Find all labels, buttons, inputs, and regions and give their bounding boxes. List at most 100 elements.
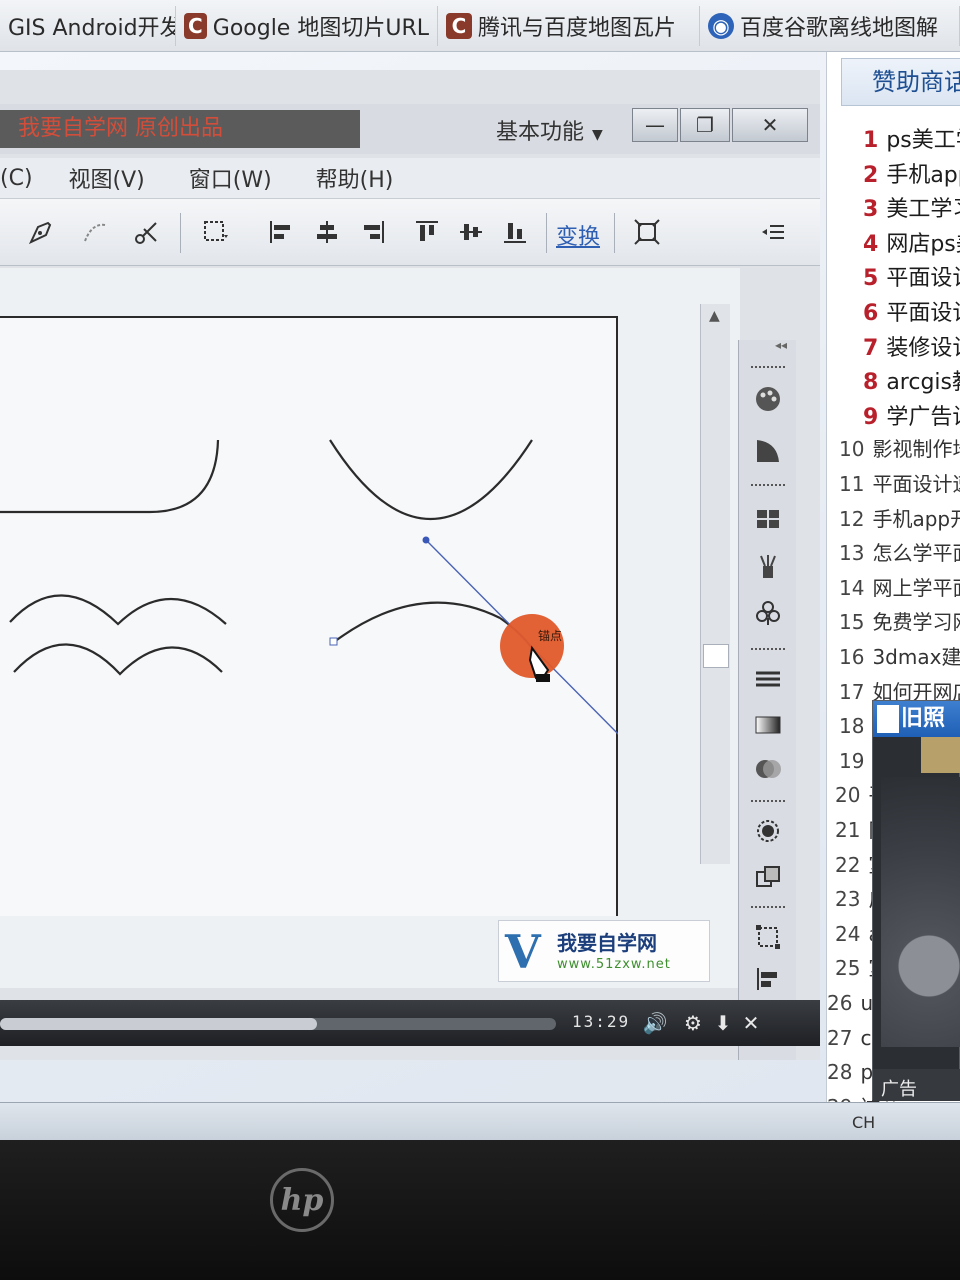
minimize-button[interactable]: — [632,108,678,142]
align-top-icon[interactable] [410,215,444,249]
ad-popup[interactable]: 旧照 广告 [872,700,960,1101]
panel-grip[interactable] [751,484,785,490]
workspace-switcher[interactable]: 基本功能 ▼ [496,114,603,146]
sponsor-list-item[interactable]: 11 平面设计速 [839,468,960,497]
graphic-styles-icon[interactable] [751,860,785,894]
bookmark-label: GIS Android开发 [8,15,176,41]
bookmark-tencent-baidu-tiles[interactable]: C 腾讯与百度地图瓦片 [438,5,700,46]
sponsor-list-item[interactable]: 16 3dmax建模学 [839,641,960,670]
sponsor-list-item[interactable]: 8 arcgis教 [863,364,960,396]
handle-point-start [422,536,430,544]
sponsor-list-item[interactable]: 1 ps美工学 [863,122,960,154]
workspace-label: 基本功能 [496,120,585,145]
bookmark-baidu-google-offline[interactable]: ◉ 百度谷歌离线地图解 [700,5,960,46]
tray-language-indicator[interactable]: CH [852,1113,875,1132]
collapse-panel-icon[interactable]: ◂◂ [775,338,787,352]
sponsor-item-number: 11 [839,472,865,496]
sponsor-item-number: 12 [839,506,865,531]
align-bottom-icon[interactable] [498,215,532,249]
bookmark-gis-android[interactable]: GIS Android开发 [0,5,176,46]
sponsor-list-item[interactable]: 7 装修设计 [863,330,960,362]
anchor-label: 锚点 [538,628,562,643]
bookmark-google-tile-url[interactable]: C Google 地图切片URL [176,5,438,46]
sponsor-list-item[interactable]: 3 美工学习 [863,191,960,223]
seek-bar[interactable] [0,1018,556,1030]
add-anchor-icon[interactable] [78,215,112,249]
laptop-bezel [0,1140,960,1280]
align-middle-icon[interactable] [454,215,488,249]
ad-thumbnail[interactable] [921,737,960,773]
sponsor-item-number: 25 [835,956,861,981]
volume-icon[interactable]: 🔊 [642,1010,668,1036]
right-panel-dock: ◂◂ [738,338,796,1060]
cut-path-icon[interactable] [130,215,164,249]
symbols-icon[interactable] [751,596,785,630]
panel-grip[interactable] [751,800,785,806]
sponsor-item-number: 17 [839,679,865,704]
close-button[interactable]: ✕ [732,108,808,142]
sponsor-item-number: 16 [839,645,865,669]
curve-bowl [329,439,533,521]
sponsor-item-label: 影视制作培 [872,437,960,462]
canvas-area[interactable]: 锚点 ▲ [0,268,740,988]
playback-time: 13:29 [572,1012,631,1031]
gradient-icon[interactable] [751,708,785,742]
sponsor-list-item[interactable]: 15 免费学习网 [839,606,960,635]
sponsor-list-item[interactable]: 4 网店ps美 [863,226,960,258]
sponsor-item-label: ps美工学 [886,128,960,153]
panel-grip[interactable] [751,906,785,912]
download-icon[interactable]: ⬇ [710,1010,736,1036]
align-right-icon[interactable] [356,215,390,249]
isolate-icon[interactable] [630,215,664,249]
sponsor-item-label: 平面设计速 [872,472,960,496]
transform-panel-icon[interactable] [751,920,785,954]
menu-window[interactable]: 窗口(W) [189,162,272,194]
sponsor-item-number: 26 [827,991,853,1015]
align-left-icon[interactable] [264,215,298,249]
transparency-icon[interactable] [751,752,785,786]
sponsor-list-item[interactable]: 14 网上学平面 [839,572,960,601]
artboard[interactable]: 锚点 [0,316,618,916]
align-panel-icon[interactable] [751,962,785,996]
curve-in-progress [333,601,501,643]
curve-wave-bottom [13,643,223,676]
sponsor-list-item[interactable]: 13 怎么学平面 [839,537,960,566]
sponsor-item-number: 6 [863,301,879,326]
swatches-icon[interactable] [751,502,785,536]
restore-button[interactable]: ❐ [680,108,730,142]
ad-image[interactable] [881,777,960,1047]
appearance-icon[interactable] [751,814,785,848]
panel-menu-icon[interactable] [756,215,790,249]
sponsor-list-item[interactable]: 2 手机app [863,157,960,189]
settings-icon[interactable]: ⚙ [680,1010,706,1036]
sponsor-list-item[interactable]: 10 影视制作培 [839,433,960,462]
vertical-scrollbar[interactable]: ▲ [700,304,730,864]
close-player-icon[interactable]: ✕ [738,1010,764,1036]
sponsor-list-item[interactable]: 9 学广告设 [863,399,960,431]
color-guide-icon[interactable] [751,434,785,468]
sponsor-list-item[interactable]: 6 平面设计 [863,295,960,327]
menu-help[interactable]: 帮助(H) [316,162,394,194]
transform-link[interactable]: 变换 [556,219,600,251]
panel-grip[interactable] [751,648,785,654]
menu-view[interactable]: 视图(V) [69,162,145,194]
sponsor-list-item[interactable]: 12 手机app开发 [839,503,960,532]
sponsor-item-label: 网店ps美 [886,231,960,257]
brushes-icon[interactable] [751,550,785,584]
color-palette-icon[interactable] [751,382,785,416]
sponsor-item-number: 1 [863,128,879,153]
globe-favicon-icon: ◉ [708,12,734,39]
align-center-icon[interactable] [310,215,344,249]
ad-logo-icon [877,705,899,733]
scroll-thumb[interactable] [703,644,729,668]
panel-grip[interactable] [751,366,785,372]
pen-tool-icon[interactable] [24,215,58,249]
stroke-icon[interactable] [751,662,785,696]
menu-edit[interactable]: (C) [0,166,33,191]
sponsor-list-item[interactable]: 5 平面设计 [863,260,960,292]
sponsor-item-label: 装修设计 [886,335,960,361]
scroll-up-icon[interactable]: ▲ [709,308,720,324]
select-bounds-icon[interactable] [198,215,232,249]
sponsor-item-number: 22 [835,852,861,877]
sponsor-item-label: 平面设计 [886,301,960,326]
